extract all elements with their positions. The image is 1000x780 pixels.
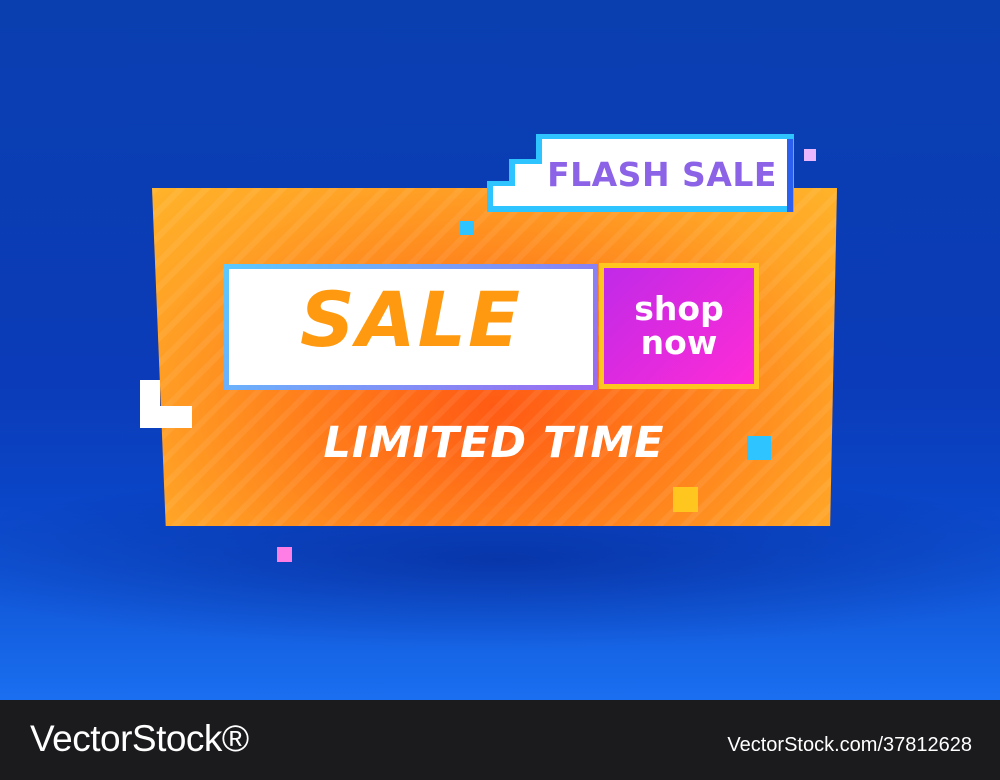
pink-pixel-square xyxy=(277,547,292,562)
vectorstock-logo: VectorStock® xyxy=(30,718,249,759)
watermark-bar: VectorStock® VectorStock.com/37812628 xyxy=(0,700,1000,780)
limited-time-label: LIMITED TIME xyxy=(323,418,665,468)
cyan-pixel-square-large xyxy=(747,436,771,460)
cyan-pixel-square xyxy=(460,221,474,235)
image-reference: VectorStock.com/37812628 xyxy=(727,734,972,756)
flash-sale-label: FLASH SALE xyxy=(547,155,777,194)
shop-now-label: shop now xyxy=(634,289,724,362)
ad-scene: FLASH SALE SALE shop now LIMITED TIME xyxy=(0,0,1000,700)
white-step-shape xyxy=(140,380,192,428)
sale-headline-box: SALE xyxy=(224,264,598,390)
shop-now-button[interactable]: shop now xyxy=(599,263,759,389)
sale-headline: SALE xyxy=(300,275,522,364)
yellow-pixel-square xyxy=(673,487,698,512)
flash-sale-tag: FLASH SALE xyxy=(484,131,797,215)
lilac-pixel-square xyxy=(804,149,816,161)
